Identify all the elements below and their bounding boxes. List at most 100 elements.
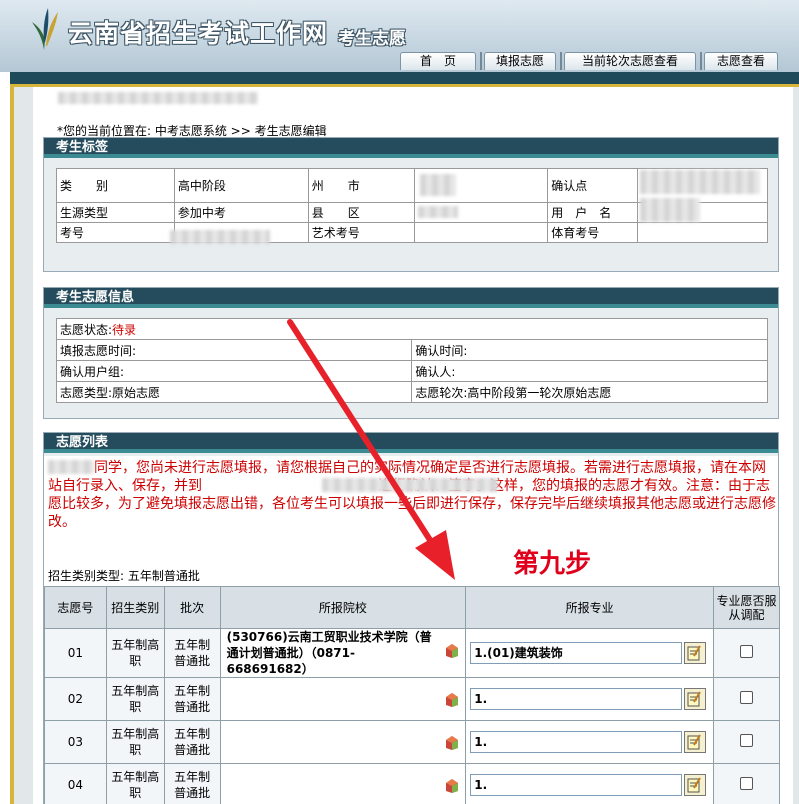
label-county: 县 区	[307, 202, 415, 223]
row-obey-adjust	[713, 720, 780, 764]
row-obey-adjust	[713, 763, 780, 804]
logo-icon	[32, 8, 58, 50]
label-exam-no: 考号	[56, 222, 175, 243]
row-category: 五年制高职	[105, 763, 165, 804]
confirmer: 确认人:	[411, 360, 768, 382]
volunteer-info-title: 考生志愿信息	[44, 288, 778, 308]
table-row: 04 五年制高职 五年制普通批 1.	[44, 763, 780, 804]
row-category: 五年制高职	[105, 628, 165, 678]
main-nav: 首 页 填报志愿 当前轮次志愿查看 志愿查看	[400, 52, 780, 70]
confirm-time: 确认时间:	[411, 339, 768, 361]
candidate-panel-title: 考生标签	[44, 138, 778, 158]
status-value: 待录	[112, 322, 137, 337]
school-picker-icon[interactable]	[445, 692, 459, 707]
volunteer-list-title: 志愿列表	[44, 433, 778, 453]
major-input[interactable]: 1.	[470, 688, 683, 710]
row-school[interactable]: (530766)云南工贸职业技术学院（普通计划普通批）（0871-6686916…	[219, 628, 467, 678]
obey-adjust-checkbox[interactable]	[740, 777, 754, 790]
col-batch: 批次	[163, 586, 221, 629]
label-prefecture: 州 市	[307, 168, 415, 203]
redacted-exam-no	[170, 230, 270, 244]
site-header: 云南省招生考试工作网 考生志愿 首 页 填报志愿 当前轮次志愿查看 志愿查看	[0, 0, 799, 72]
row-obey-adjust	[713, 677, 780, 721]
site-title: 云南省招生考试工作网	[68, 19, 329, 48]
row-major: 1.	[465, 763, 715, 804]
row-volunteer-no: 01	[44, 628, 107, 678]
col-school: 所报院校	[219, 586, 467, 629]
major-input[interactable]: 1.(01)建筑装饰	[470, 642, 683, 664]
value-art-no	[413, 222, 549, 243]
row-obey-adjust	[713, 628, 780, 678]
row-batch: 五年制普通批	[163, 628, 221, 678]
redacted-user-info	[58, 92, 258, 104]
row-batch: 五年制普通批	[163, 763, 221, 804]
col-major: 所报专业	[465, 586, 715, 629]
edit-major-icon[interactable]	[684, 774, 707, 796]
major-input[interactable]: 1.	[470, 731, 683, 753]
nav-fill-volunteer[interactable]: 填报志愿	[484, 52, 556, 70]
school-text: (530766)云南工贸职业技术学院（普通计划普通批）（0871-6686916…	[226, 630, 432, 676]
edit-major-icon[interactable]	[684, 642, 707, 664]
row-major: 1.	[465, 720, 715, 764]
row-school[interactable]	[219, 763, 467, 804]
table-row: 02 五年制高职 五年制普通批 1.	[44, 677, 780, 721]
label-pe-no: 体育考号	[547, 222, 639, 243]
school-picker-icon[interactable]	[445, 643, 459, 658]
value-source-type: 参加中考	[173, 202, 309, 223]
row-category: 五年制高职	[105, 677, 165, 721]
school-picker-icon[interactable]	[445, 778, 459, 793]
row-batch: 五年制普通批	[163, 720, 221, 764]
label-category: 类 别	[56, 168, 175, 203]
school-picker-icon[interactable]	[445, 735, 459, 750]
table-row: 01 五年制高职 五年制普通批 (530766)云南工贸职业技术学院（普通计划普通批）…	[44, 628, 780, 678]
nav-volunteer-view[interactable]: 志愿查看	[704, 52, 778, 70]
edit-major-icon[interactable]	[684, 688, 707, 710]
table-row: 03 五年制高职 五年制普通批 1.	[44, 720, 780, 764]
fill-time: 填报志愿时间:	[55, 339, 413, 361]
value-category: 高中阶段	[173, 168, 309, 203]
status-label: 志愿状态:	[60, 322, 113, 337]
volunteer-table: 志愿号 招生类别 批次 所报院校 所报专业 专业愿否服从调配 01 五年制高职 五年…	[44, 586, 780, 804]
label-art-no: 艺术考号	[307, 222, 415, 243]
col-volunteer-no: 志愿号	[44, 586, 107, 629]
row-school[interactable]	[219, 677, 467, 721]
col-category: 招生类别	[105, 586, 165, 629]
volunteer-info-table: 志愿状态:待录 填报志愿时间: 确认时间: 确认用户组: 确认人: 志愿类型:原…	[55, 318, 768, 403]
obey-adjust-checkbox[interactable]	[740, 645, 754, 658]
left-rail	[10, 87, 14, 804]
volunteer-round: 志愿轮次:高中阶段第一轮次原始志愿	[411, 381, 768, 403]
notice-text: 同学，您尚未进行志愿填报，请您根据自己的实际情况确定是否进行志愿填报。若需进行志…	[48, 459, 776, 531]
label-confirm-point: 确认点	[547, 168, 639, 203]
redacted-prefecture	[420, 174, 456, 196]
obey-adjust-checkbox[interactable]	[740, 691, 754, 704]
row-school[interactable]	[219, 720, 467, 764]
category-type-label: 招生类别类型: 五年制普通批	[48, 569, 200, 583]
row-major: 1.(01)建筑装饰	[465, 628, 715, 678]
nav-home[interactable]: 首 页	[400, 52, 476, 70]
confirm-group: 确认用户组:	[55, 360, 413, 382]
label-username: 用 户 名	[547, 202, 639, 223]
row-major: 1.	[465, 677, 715, 721]
redacted-confirm-location	[322, 478, 498, 492]
header-bar	[10, 72, 799, 84]
edit-major-icon[interactable]	[684, 731, 707, 753]
row-category: 五年制高职	[105, 720, 165, 764]
volunteer-type: 志愿类型:原始志愿	[55, 381, 413, 403]
row-volunteer-no: 03	[44, 720, 107, 764]
status-cell: 志愿状态:待录	[56, 318, 768, 340]
site-subtitle: 考生志愿	[338, 29, 406, 49]
step-annotation: 第九步	[513, 549, 592, 579]
redacted-county	[418, 206, 458, 218]
major-input[interactable]: 1.	[470, 774, 683, 796]
row-volunteer-no: 02	[44, 677, 107, 721]
value-pe-no	[637, 222, 768, 243]
redacted-name	[48, 460, 94, 474]
row-volunteer-no: 04	[44, 763, 107, 804]
label-source-type: 生源类型	[56, 202, 175, 223]
redacted-username	[640, 198, 700, 222]
row-batch: 五年制普通批	[163, 677, 221, 721]
col-obey-adjust: 专业愿否服从调配	[713, 586, 780, 629]
redacted-confirm-point	[640, 170, 760, 194]
obey-adjust-checkbox[interactable]	[740, 734, 754, 747]
nav-current-round-view[interactable]: 当前轮次志愿查看	[564, 52, 696, 70]
